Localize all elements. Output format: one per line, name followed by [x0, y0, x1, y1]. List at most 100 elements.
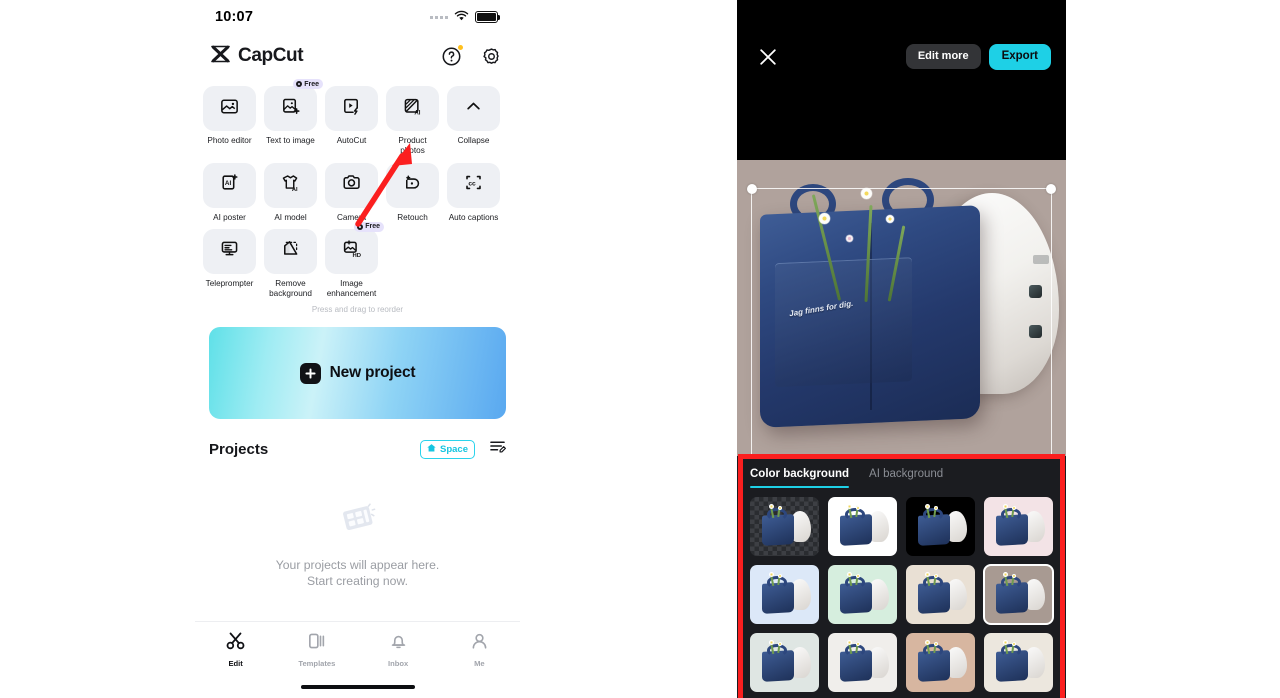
free-badge: Free	[354, 221, 384, 232]
background-thumbnail-taupe[interactable]	[983, 564, 1054, 625]
tool-retouch[interactable]: Retouch	[386, 162, 439, 223]
tool-tile: Free	[264, 79, 323, 131]
tool-label: AI model	[274, 212, 307, 222]
tool-row-2: AI AI poster AI AI model Camera Retouch …	[203, 162, 512, 223]
tool-teleprompter[interactable]: Teleprompter	[203, 228, 256, 300]
projects-header: Projects Space	[209, 437, 506, 461]
space-badge[interactable]: Space	[420, 439, 475, 459]
empty-state-line-2: Start creating now.	[307, 574, 408, 589]
thumb-product-mini	[906, 497, 975, 556]
tool-tile	[203, 228, 256, 274]
tool-remove-background[interactable]: Remove background	[264, 228, 317, 300]
photo-editor-icon	[219, 96, 240, 122]
background-thumbnail-mint-green[interactable]	[828, 565, 897, 624]
tool-collapse[interactable]: Collapse	[447, 86, 500, 157]
edit-more-button[interactable]: Edit more	[905, 44, 981, 70]
tab-ai-background[interactable]: AI background	[869, 468, 943, 488]
tool-tile	[447, 86, 500, 131]
crop-handle-icon[interactable]	[747, 184, 757, 194]
crop-frame[interactable]	[747, 184, 1056, 456]
background-thumbnail-light-blue[interactable]	[750, 565, 819, 624]
tool-label: AI poster	[213, 212, 246, 222]
thumb-product-mini	[984, 497, 1053, 556]
tool-ai-poster[interactable]: AI AI poster	[203, 162, 256, 223]
tool-product-photos[interactable]: AI Product photos	[386, 86, 439, 157]
tool-camera[interactable]: Camera	[325, 162, 378, 223]
tool-label: Product photos	[398, 136, 427, 156]
nav-item-templates[interactable]: Templates	[276, 631, 357, 668]
tab-color-background[interactable]: Color background	[750, 468, 850, 488]
sheet-tabs: Color background AI background	[737, 456, 1066, 488]
tool-tile: cc	[447, 162, 500, 208]
space-badge-label: Space	[440, 443, 468, 455]
thumb-product-mini	[828, 633, 897, 692]
image-preview-canvas[interactable]: Jag finns for dig.	[737, 160, 1066, 456]
export-button[interactable]: Export	[988, 44, 1051, 70]
thumb-product-mini	[984, 565, 1053, 624]
gear-icon[interactable]	[481, 46, 502, 67]
help-circle-icon[interactable]	[441, 44, 463, 67]
ai-poster-icon: AI	[219, 172, 240, 198]
background-thumbnail-pale-gray-green[interactable]	[750, 633, 819, 692]
background-thumbnail-cream[interactable]	[984, 633, 1053, 692]
nav-item-inbox[interactable]: Inbox	[358, 631, 439, 668]
tool-image-enhancement[interactable]: Free HD Image enhancement	[325, 221, 384, 300]
free-badge-label: Free	[304, 80, 319, 88]
tool-label: Teleprompter	[205, 278, 254, 288]
brand: CapCut	[209, 44, 304, 69]
scissors-icon	[225, 632, 246, 655]
background-thumbnail-off-white[interactable]	[828, 633, 897, 692]
text-to-image-icon	[280, 96, 301, 122]
tool-auto-captions[interactable]: cc Auto captions	[447, 162, 500, 223]
tool-ai-model[interactable]: AI AI model	[264, 162, 317, 223]
right-phone-screen: Edit more Export Jag finns for dig. Colo…	[737, 0, 1066, 698]
tool-label: Collapse	[457, 136, 490, 145]
background-thumbnail-white[interactable]	[828, 497, 897, 556]
tool-tile: AI	[203, 162, 256, 208]
nav-item-me[interactable]: Me	[439, 631, 520, 668]
background-picker-sheet: Color background AI background	[737, 456, 1066, 698]
background-thumbnail-pink[interactable]	[984, 497, 1053, 556]
new-project-label: New project	[329, 364, 416, 382]
nav-label: Inbox	[388, 659, 409, 668]
retouch-icon	[402, 172, 423, 198]
person-icon	[469, 633, 490, 655]
cloud-space-icon	[426, 443, 437, 456]
tool-label: Retouch	[397, 212, 428, 222]
tool-autocut[interactable]: AutoCut	[325, 86, 378, 157]
tool-photo-editor[interactable]: Photo editor	[203, 86, 256, 157]
background-thumbnail-black[interactable]	[906, 497, 975, 556]
auto-captions-icon: cc	[463, 172, 484, 198]
remove-background-icon	[280, 238, 301, 264]
thumb-product-mini	[750, 633, 819, 692]
tool-label: Image enhancement	[326, 278, 377, 298]
sort-edit-icon[interactable]	[489, 439, 506, 459]
reorder-hint: Press and drag to reorder	[311, 305, 404, 315]
tool-label: Auto captions	[448, 212, 499, 222]
background-thumbnail-beige[interactable]	[906, 565, 975, 624]
tool-row-3: Teleprompter Remove background Free HD I…	[203, 221, 512, 300]
thumb-product-mini	[906, 633, 975, 692]
crop-handle-icon[interactable]	[1046, 184, 1056, 194]
background-thumbnail-tan[interactable]	[906, 633, 975, 692]
thumb-product-mini	[750, 497, 819, 556]
signal-dots-icon	[430, 15, 448, 19]
tool-tile: AI	[264, 162, 317, 208]
nav-item-edit[interactable]: Edit	[195, 631, 276, 668]
nav-label: Edit	[228, 659, 243, 668]
thumb-product-mini	[750, 565, 819, 624]
wifi-icon	[454, 8, 469, 26]
empty-state-line-1: Your projects will appear here.	[275, 558, 440, 573]
tool-text-to-image[interactable]: Free Text to image	[264, 79, 323, 157]
close-x-icon[interactable]	[757, 46, 779, 73]
tool-tile: AI	[386, 86, 439, 131]
home-indicator	[300, 685, 415, 689]
tool-tile	[386, 162, 439, 208]
tool-row-1: Photo editor Free Text to image AutoCut …	[203, 79, 512, 157]
background-thumbnail-transparent[interactable]	[750, 497, 819, 556]
app-bar: CapCut	[195, 34, 520, 78]
new-project-button[interactable]: New project	[209, 327, 506, 420]
svg-text:AI: AI	[414, 109, 420, 116]
plus-square-icon	[299, 362, 321, 384]
tool-tile	[325, 162, 378, 208]
